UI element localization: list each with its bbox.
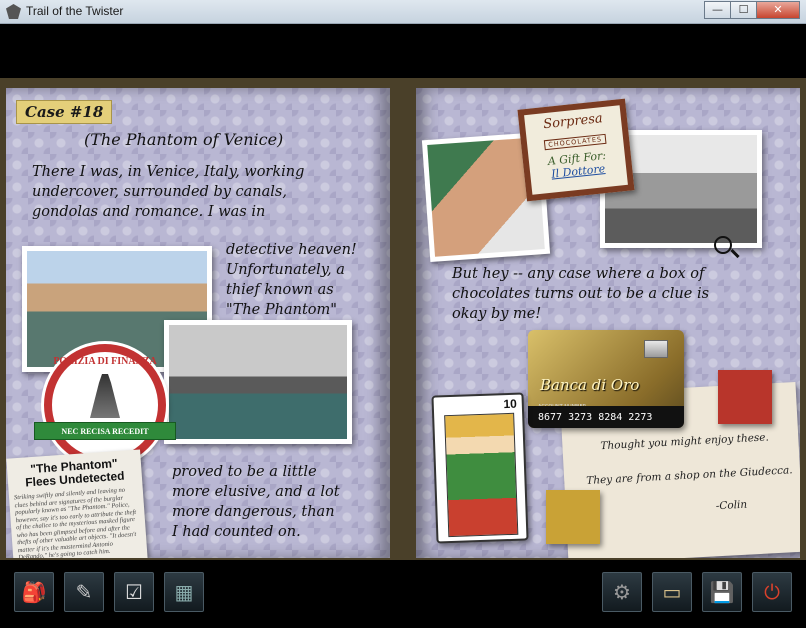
- cellphone-icon: ▦: [174, 580, 194, 604]
- note-line: They are from a shop on the Giudecca.: [585, 464, 793, 488]
- playing-card[interactable]: 10: [431, 392, 529, 544]
- chocolate-sub: CHOCOLATES: [543, 133, 607, 151]
- gondola-image: [169, 325, 347, 439]
- settings-button[interactable]: ⚙: [602, 572, 642, 612]
- window-title: Trail of the Twister: [26, 4, 124, 18]
- story-paragraph-3: proved to be a little more elusive, and …: [172, 462, 340, 542]
- gold-swatch[interactable]: [546, 490, 600, 544]
- scrapbook-right-page: Sorpresa CHOCOLATES A Gift For: Il Dotto…: [416, 88, 800, 558]
- case-file-button[interactable]: ▭: [652, 572, 692, 612]
- card-number: 8677 3273 8284 2273: [528, 406, 684, 428]
- card-chip-icon: [644, 340, 668, 358]
- story-line: proved to be a little: [172, 464, 317, 480]
- gondola-photo: [164, 320, 352, 444]
- story-line: gondolas and romance. I was in: [32, 204, 266, 220]
- story-line: thief known as: [226, 282, 334, 298]
- caption-line: But hey -- any case where a box of: [452, 266, 705, 282]
- save-button[interactable]: 💾: [702, 572, 742, 612]
- story-line: I had counted on.: [172, 524, 301, 540]
- bank-name: Banca di Oro: [540, 376, 640, 394]
- badge-top-text: POLIZIA DI FINANZA: [53, 356, 157, 367]
- checklist-icon: ☑: [125, 580, 143, 604]
- floppy-disk-icon: 💾: [709, 580, 735, 604]
- newspaper-body: Striking swiftly and silently and leavin…: [13, 486, 137, 558]
- scrapbook-left-page: Case #18 (The Phantom of Venice) There I…: [6, 88, 390, 558]
- cellphone-button[interactable]: ▦: [164, 572, 204, 612]
- story-line: more elusive, and a lot: [172, 484, 340, 500]
- note-signature: -Colin: [715, 498, 748, 513]
- right-caption: But hey -- any case where a box of choco…: [452, 264, 709, 324]
- chocolate-box-label[interactable]: Sorpresa CHOCOLATES A Gift For: Il Dotto…: [517, 98, 635, 202]
- king-figure-icon: [444, 412, 519, 538]
- scrapbook: Case #18 (The Phantom of Venice) There I…: [0, 78, 806, 560]
- case-number-tag: Case #18: [16, 100, 113, 124]
- chocolate-brand: Sorpresa: [542, 111, 604, 133]
- folder-icon: ▭: [662, 580, 682, 604]
- window-titlebar: Trail of the Twister — ☐ ✕: [0, 0, 806, 24]
- notebook-pen-icon: ✎: [75, 580, 93, 604]
- quit-button[interactable]: ⏻: [752, 572, 792, 612]
- story-paragraph-2: detective heaven! Unfortunately, a thief…: [226, 240, 357, 320]
- close-button[interactable]: ✕: [756, 1, 800, 19]
- story-line: detective heaven!: [226, 242, 357, 258]
- story-line: "The Phantom": [226, 302, 337, 318]
- story-line: Unfortunately, a: [226, 262, 345, 278]
- case-subtitle: (The Phantom of Venice): [84, 130, 284, 149]
- maximize-button[interactable]: ☐: [730, 1, 756, 19]
- red-swatch[interactable]: [718, 370, 772, 424]
- minimize-button[interactable]: —: [704, 1, 730, 19]
- bank-card[interactable]: Banca di Oro ACCOUNT NUMBER 8677 3273 82…: [528, 330, 684, 428]
- window-controls: — ☐ ✕: [704, 1, 800, 19]
- newspaper-clipping: "The Phantom" Flees Undetected Striking …: [6, 449, 148, 558]
- note-line: Thought you might enjoy these.: [600, 431, 770, 453]
- story-line: more dangerous, than: [172, 504, 335, 520]
- caption-line: okay by me!: [452, 306, 542, 322]
- polizia-badge: POLIZIA DI FINANZA NEC RECISA RECEDIT: [34, 344, 176, 466]
- notebook-button[interactable]: ✎: [64, 572, 104, 612]
- magnifier-cursor-icon: [714, 236, 732, 254]
- justice-figure-icon: [90, 374, 120, 418]
- story-paragraph-1: There I was, in Venice, Italy, working u…: [32, 162, 304, 222]
- app-icon: [6, 4, 21, 19]
- story-line: There I was, in Venice, Italy, working: [32, 164, 305, 180]
- caption-line: chocolates turns out to be a clue is: [452, 286, 710, 302]
- badge-ribbon: NEC RECISA RECEDIT: [34, 422, 176, 440]
- story-line: undercover, surrounded by canals,: [32, 184, 287, 200]
- power-icon: ⏻: [764, 580, 780, 604]
- backpack-button[interactable]: 🎒: [14, 572, 54, 612]
- gear-icon: ⚙: [613, 580, 631, 604]
- backpack-icon: 🎒: [21, 580, 47, 604]
- checklist-button[interactable]: ☑: [114, 572, 154, 612]
- game-toolbar: 🎒 ✎ ☑ ▦ ⚙ ▭ 💾 ⏻: [0, 560, 806, 628]
- playing-card-rank: 10: [503, 396, 518, 412]
